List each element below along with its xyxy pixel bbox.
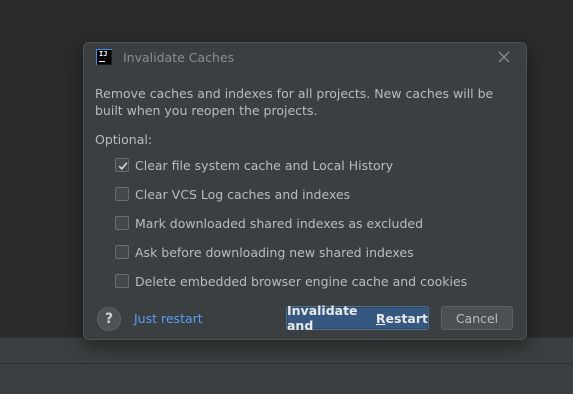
help-button[interactable]: ?	[97, 307, 121, 331]
dialog-description: Remove caches and indexes for all projec…	[95, 86, 494, 118]
option-clear-vcs-log-caches[interactable]: Clear VCS Log caches and indexes	[115, 185, 350, 203]
checkmark-icon	[118, 162, 128, 170]
ide-panel-strip	[0, 337, 573, 364]
dialog-title: Invalidate Caches	[123, 50, 235, 65]
option-label: Mark downloaded shared indexes as exclud…	[135, 215, 424, 231]
option-label: Clear VCS Log caches and indexes	[135, 186, 351, 202]
option-clear-file-system-cache[interactable]: Clear file system cache and Local Histor…	[115, 156, 393, 174]
optional-label: Optional:	[95, 132, 153, 147]
option-delete-browser-cache[interactable]: Delete embedded browser engine cache and…	[115, 272, 467, 290]
checkbox-mark-shared-indexes-excluded[interactable]	[115, 216, 129, 230]
just-restart-link[interactable]: Just restart	[134, 311, 203, 326]
option-label: Delete embedded browser engine cache and…	[135, 273, 468, 289]
option-label: Ask before downloading new shared indexe…	[135, 244, 414, 260]
close-icon[interactable]	[496, 49, 512, 65]
option-label: Clear file system cache and Local Histor…	[135, 157, 394, 173]
button-label-part: estart	[385, 310, 428, 326]
button-mnemonic: R	[375, 310, 386, 326]
cancel-button[interactable]: Cancel	[441, 306, 513, 330]
intellij-idea-icon: IJ	[96, 49, 112, 65]
option-ask-before-downloading[interactable]: Ask before downloading new shared indexe…	[115, 243, 414, 261]
ide-status-strip	[0, 363, 573, 394]
checkbox-clear-file-system-cache[interactable]	[115, 158, 129, 172]
invalidate-and-restart-button[interactable]: Invalidate and Restart	[286, 303, 429, 333]
checkbox-delete-browser-cache[interactable]	[115, 274, 129, 288]
option-mark-shared-indexes-excluded[interactable]: Mark downloaded shared indexes as exclud…	[115, 214, 423, 232]
checkbox-ask-before-downloading[interactable]	[115, 245, 129, 259]
button-label-part: Invalidate and	[287, 303, 358, 333]
checkbox-clear-vcs-log-caches[interactable]	[115, 187, 129, 201]
dialog-title-bar[interactable]: IJ Invalidate Caches	[84, 43, 526, 73]
invalidate-caches-dialog: IJ Invalidate Caches Remove caches and i…	[83, 42, 527, 340]
